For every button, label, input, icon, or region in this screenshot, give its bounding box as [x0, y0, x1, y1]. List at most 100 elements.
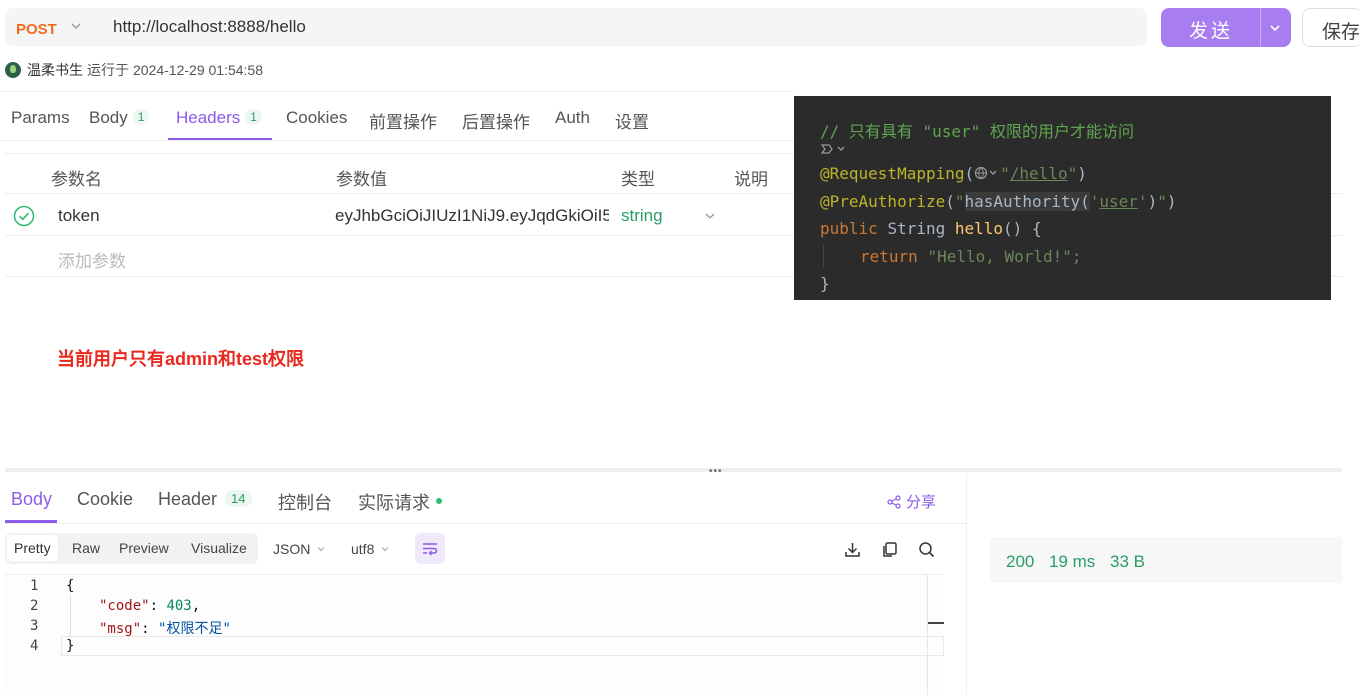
tab-cookies[interactable]: Cookies: [286, 108, 347, 128]
response-time: 19 ms: [1049, 552, 1096, 571]
format-pretty-button[interactable]: Pretty: [7, 535, 58, 561]
url-input[interactable]: http://localhost:8888/hello: [113, 17, 306, 37]
table-border: [5, 153, 794, 154]
tab-response-body[interactable]: Body: [11, 489, 52, 510]
tab-count-badge: 1: [245, 109, 262, 125]
response-status-bar: 200 19 ms 33 B: [990, 537, 1342, 583]
tab-response-header[interactable]: Header 14: [158, 489, 252, 510]
tab-label: Body: [89, 108, 128, 127]
status-code: 200: [1006, 552, 1035, 571]
ai-assist-icon: [820, 144, 845, 154]
tab-label: 实际请求: [358, 493, 430, 513]
tab-body[interactable]: Body 1: [89, 108, 150, 128]
copy-icon[interactable]: [881, 541, 898, 558]
select-label: utf8: [351, 541, 375, 557]
format-toggle-group: Pretty Raw Preview Visualize: [5, 533, 258, 564]
column-header-value: 参数值: [336, 170, 387, 189]
code-line: "code": 403,: [99, 598, 201, 614]
divider: [966, 474, 967, 695]
share-button[interactable]: 分享: [887, 491, 936, 512]
chevron-down-icon[interactable]: [70, 20, 82, 32]
tab-label: Params: [11, 108, 70, 127]
code-line-close: }: [820, 274, 830, 293]
panel-splitter[interactable]: [5, 468, 1342, 472]
search-icon[interactable]: [918, 541, 935, 558]
line-number: 4: [30, 638, 39, 654]
tab-label: Header: [158, 489, 218, 509]
tab-label: 控制台: [278, 493, 332, 513]
save-button[interactable]: 保存: [1302, 8, 1359, 47]
tab-count-badge: 14: [225, 490, 252, 507]
tab-params[interactable]: Params: [11, 108, 70, 128]
code-line: {: [66, 578, 75, 594]
tab-settings[interactable]: 设置: [615, 108, 649, 133]
line-number: 3: [30, 618, 39, 634]
method-select[interactable]: POST: [16, 21, 57, 38]
divider: [0, 91, 794, 92]
annotation-text: 当前用户只有admin和test权限: [57, 349, 305, 369]
send-button-label: 发送: [1189, 21, 1234, 42]
code-line: "msg": "权限不足": [99, 621, 231, 637]
divider: [5, 523, 966, 524]
select-label: JSON: [273, 541, 311, 557]
response-format-select[interactable]: JSON: [273, 541, 326, 557]
tab-actual-request[interactable]: 实际请求: [358, 489, 442, 515]
add-param-input[interactable]: 添加参数: [58, 247, 126, 272]
table-border: [5, 276, 794, 277]
scrollbar-marker: [928, 622, 944, 624]
send-button[interactable]: 发送: [1161, 8, 1291, 47]
tab-label: Cookies: [286, 108, 348, 127]
send-button-divider: [1260, 8, 1261, 47]
tab-auth[interactable]: Auth: [555, 108, 590, 128]
chevron-down-icon[interactable]: [703, 209, 717, 223]
tab-headers[interactable]: Headers 1: [176, 108, 262, 128]
chevron-down-icon: [317, 547, 325, 552]
response-size: 33 B: [1110, 552, 1145, 571]
scrollbar[interactable]: [927, 574, 928, 695]
tab-count-badge: 1: [132, 109, 150, 125]
tab-label: Auth: [555, 108, 590, 127]
runner-label: 运行于: [87, 62, 129, 78]
tab-label: 后置操作: [462, 113, 530, 132]
column-header-type: 类型: [621, 170, 655, 189]
format-raw-button[interactable]: Raw: [72, 540, 100, 556]
tab-label: Body: [11, 489, 53, 509]
encoding-select[interactable]: utf8: [351, 541, 390, 557]
save-button-label: 保存: [1322, 22, 1359, 43]
drag-handle-icon[interactable]: •••: [709, 466, 723, 477]
param-name-cell[interactable]: token: [58, 206, 100, 226]
share-label: 分享: [906, 494, 937, 511]
param-value-cell[interactable]: eyJhbGciOiJIUzI1NiJ9.eyJqdGkiOiI5M: [335, 206, 609, 226]
response-body-viewer[interactable]: 1 2 3 4 { "code": 403, "msg": "权限不足" }: [5, 574, 944, 695]
chevron-down-icon[interactable]: [1268, 21, 1282, 35]
download-icon[interactable]: [844, 541, 861, 558]
tab-label: 设置: [615, 113, 649, 132]
tab-post-operations[interactable]: 后置操作: [462, 108, 530, 133]
share-icon: [887, 494, 901, 509]
runner-timestamp: 2024-12-29 01:54:58: [133, 62, 263, 78]
indent-guide: [70, 595, 71, 637]
code-snippet-panel: // 只有具有 "user" 权限的用户才能访问 @RequestMapping…: [794, 96, 1331, 300]
code-line-method: public String hello() {: [820, 219, 1042, 238]
format-visualize-button[interactable]: Visualize: [191, 540, 247, 556]
line-number: 2: [30, 598, 39, 614]
tab-pre-operations[interactable]: 前置操作: [369, 108, 437, 133]
tab-console[interactable]: 控制台: [278, 489, 332, 515]
chevron-down-icon: [381, 547, 389, 552]
check-circle-icon[interactable]: [13, 205, 35, 227]
avatar: [5, 62, 21, 78]
column-header-name: 参数名: [51, 170, 102, 189]
code-comment: // 只有具有 "user" 权限的用户才能访问: [820, 122, 1134, 141]
tab-label: Cookie: [77, 489, 134, 509]
format-preview-button[interactable]: Preview: [119, 540, 169, 556]
param-type-select[interactable]: string: [621, 206, 663, 226]
divider: [0, 140, 794, 141]
word-wrap-button[interactable]: [415, 533, 445, 564]
tab-response-cookie[interactable]: Cookie: [77, 489, 133, 510]
table-border: [5, 235, 794, 236]
current-line-highlight: [61, 636, 944, 656]
status-dot: [436, 498, 442, 504]
column-header-description: 说明: [734, 170, 768, 189]
table-border: [5, 193, 794, 194]
tab-label: Headers: [176, 108, 241, 127]
